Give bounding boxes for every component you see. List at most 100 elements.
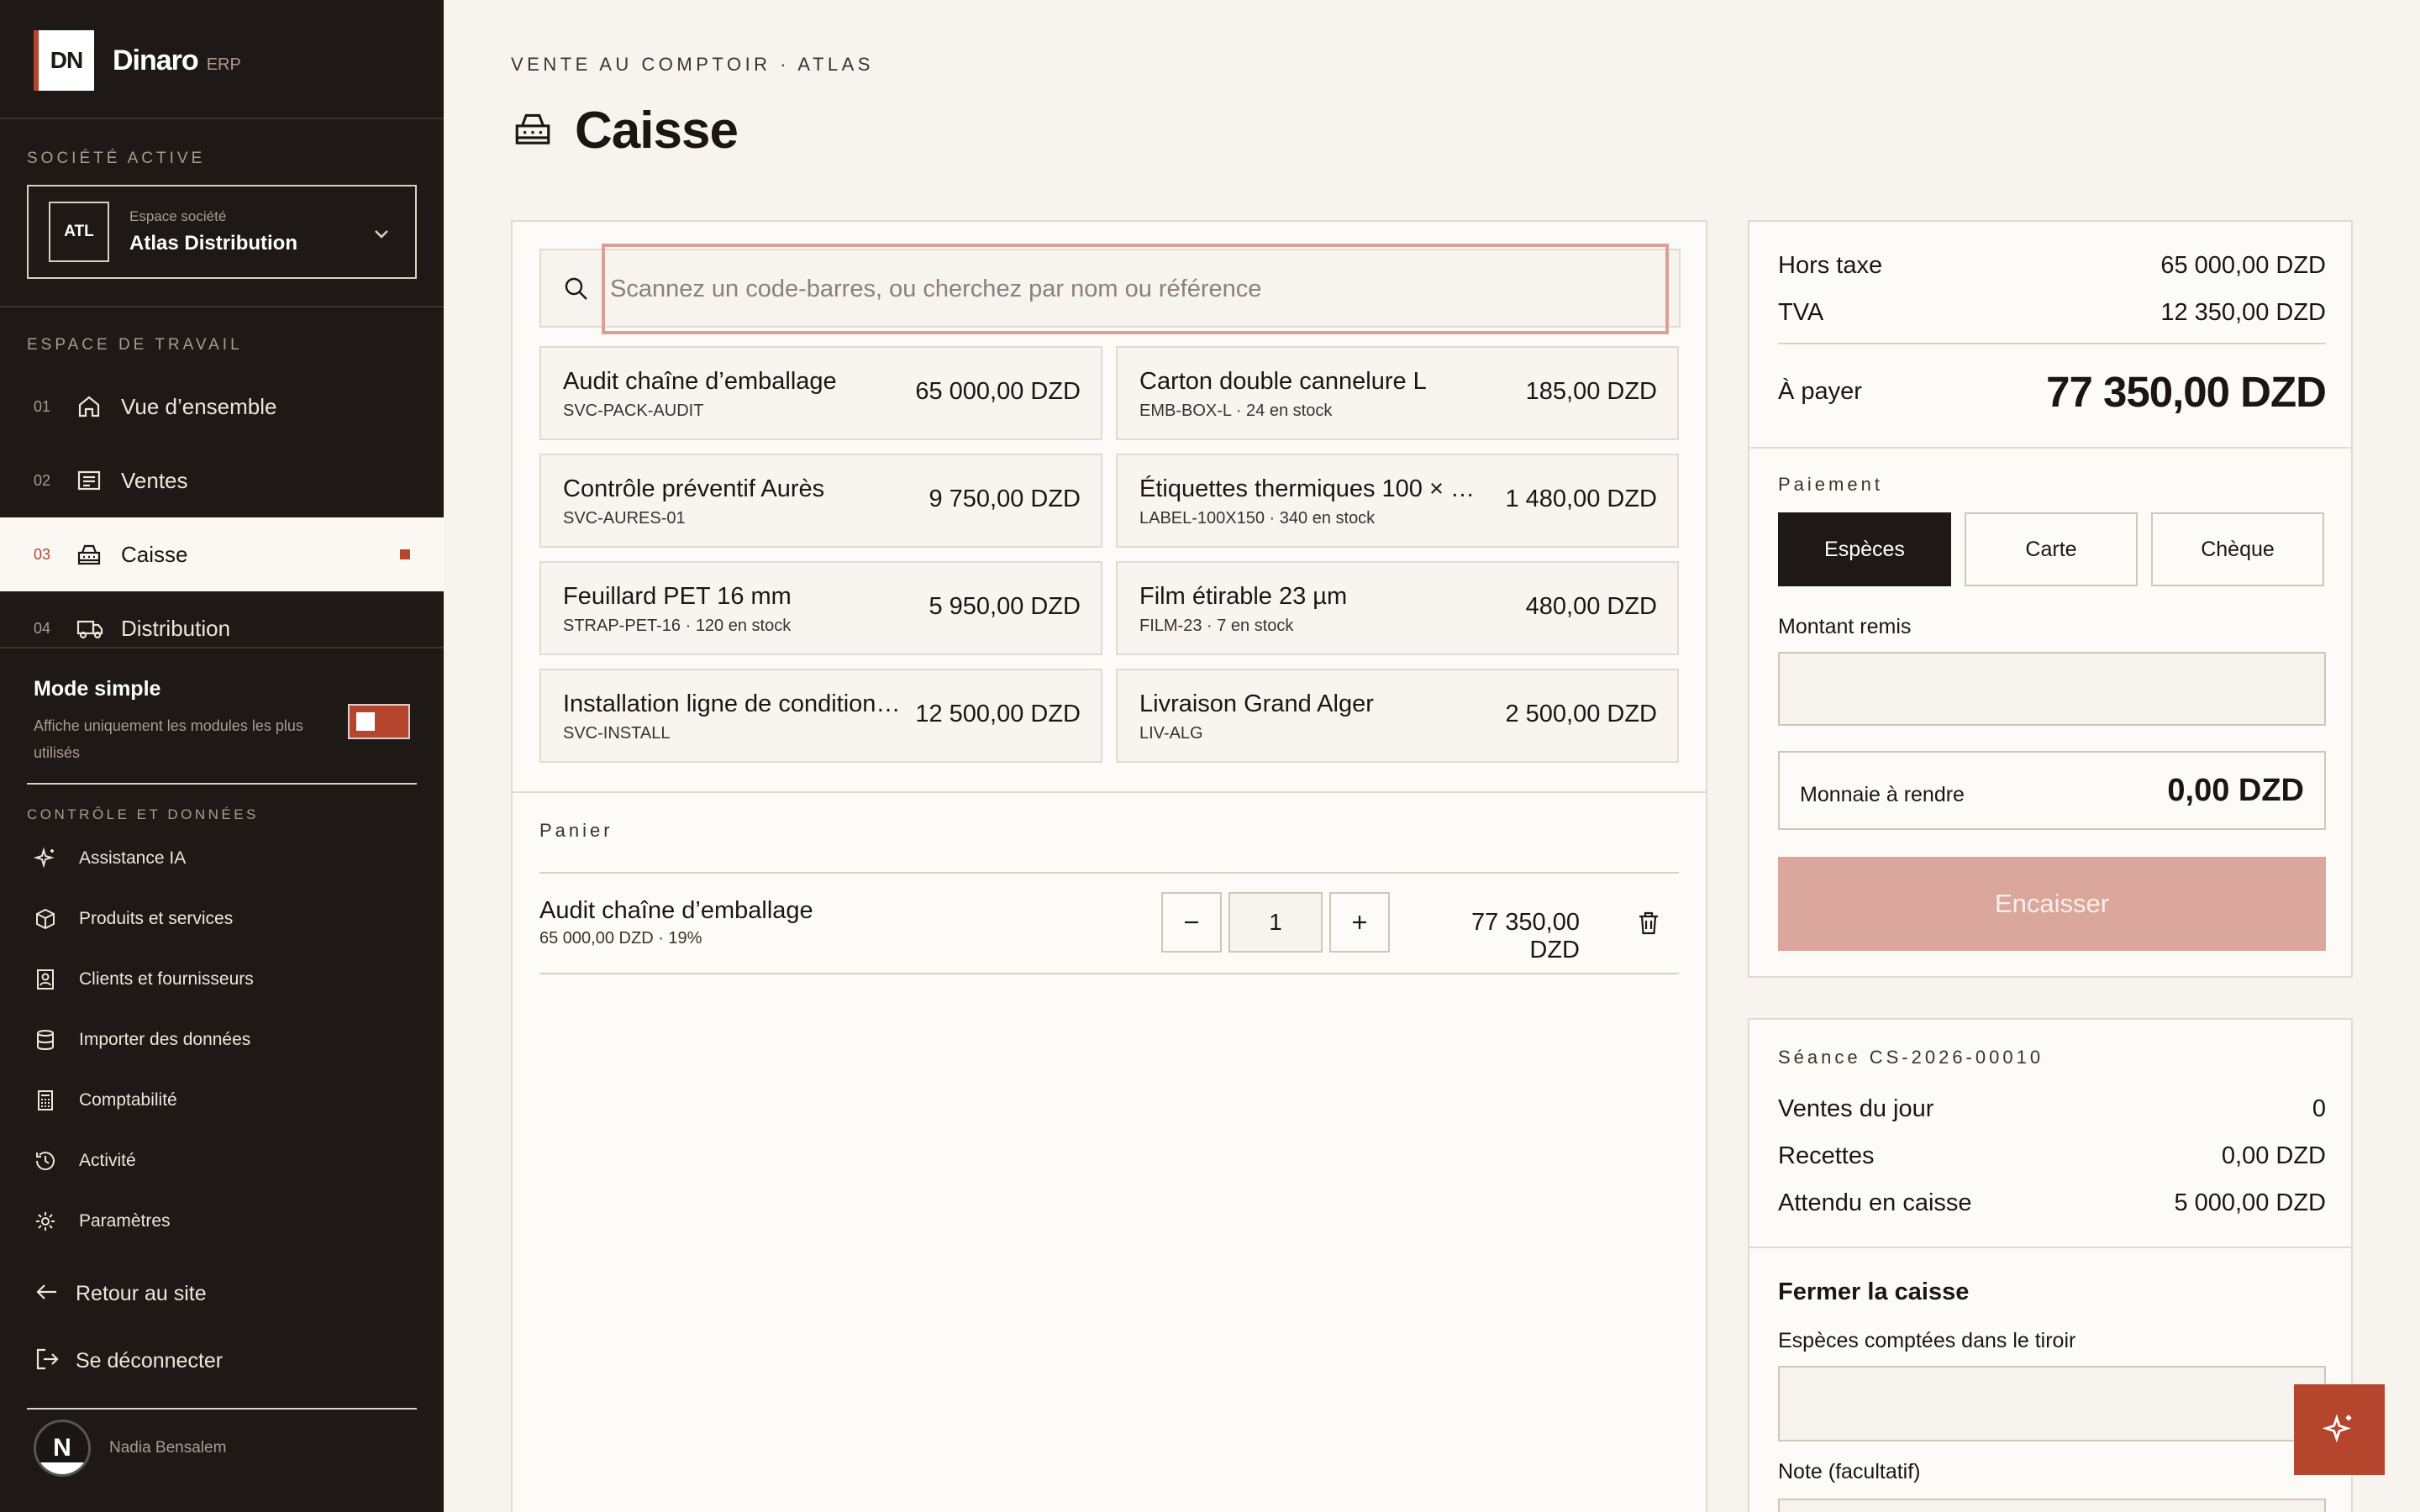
divider bbox=[0, 306, 444, 307]
payment-title: Paiement bbox=[1778, 474, 1883, 495]
product-price: 65 000,00 DZD bbox=[915, 378, 1081, 405]
control-label: Produits et services bbox=[79, 909, 234, 928]
cart-item-name: Audit chaîne d’emballage bbox=[539, 897, 813, 924]
breadcrumb: VENTE AU COMPTOIR · ATLAS bbox=[511, 54, 874, 75]
tax-label: TVA bbox=[1778, 299, 1824, 326]
receipt-icon bbox=[76, 467, 113, 494]
brand-name: Dinaro bbox=[113, 44, 199, 76]
divider bbox=[539, 973, 1679, 974]
trash-icon[interactable] bbox=[1637, 911, 1660, 940]
amount-received-label: Montant remis bbox=[1778, 615, 1912, 638]
decrease-qty-button[interactable] bbox=[1161, 892, 1222, 953]
payment-method-card[interactable]: Carte bbox=[1965, 512, 2138, 586]
page-title: Caisse bbox=[575, 102, 739, 160]
control-item-contacts[interactable]: Clients et fournisseurs bbox=[34, 968, 254, 991]
divider bbox=[1778, 343, 2326, 344]
calculator-icon bbox=[34, 1089, 79, 1112]
minus-icon bbox=[1185, 921, 1198, 924]
change-value: 0,00 DZD bbox=[2167, 773, 2304, 808]
sparkle-icon bbox=[34, 847, 79, 870]
cart-item-total: 77 350,00 DZD bbox=[1470, 909, 1580, 963]
product-card[interactable]: Feuillard PET 16 mm STRAP-PET-16 · 120 e… bbox=[539, 561, 1102, 655]
product-card[interactable]: Livraison Grand Alger LIV-ALG 2 500,00 D… bbox=[1116, 669, 1679, 763]
control-label: Clients et fournisseurs bbox=[79, 969, 254, 989]
product-ref: FILM-23 · 7 en stock bbox=[1139, 617, 1294, 635]
product-ref: SVC-INSTALL bbox=[563, 724, 671, 743]
product-card[interactable]: Étiquettes thermiques 100 × 150 LABEL-10… bbox=[1116, 454, 1679, 548]
user-name: Nadia Bensalem bbox=[109, 1439, 227, 1457]
plus-icon bbox=[1353, 916, 1366, 929]
divider bbox=[0, 118, 444, 119]
note-input[interactable] bbox=[1778, 1499, 2326, 1512]
nav-number: 04 bbox=[34, 619, 51, 637]
product-card[interactable]: Film étirable 23 µm FILM-23 · 7 en stock… bbox=[1116, 561, 1679, 655]
cash-register-icon bbox=[511, 108, 555, 154]
divider bbox=[513, 791, 1706, 793]
history-icon bbox=[34, 1149, 79, 1173]
toggle-knob bbox=[356, 712, 375, 731]
workspace-section-label: Espace de travail bbox=[27, 336, 243, 354]
nav-item-sales[interactable]: 02 Ventes bbox=[0, 444, 444, 517]
control-item-accounting[interactable]: Comptabilité bbox=[34, 1089, 177, 1112]
session-expected-row: Attendu en caisse 5 000,00 DZD bbox=[1778, 1189, 2326, 1217]
counted-cash-input[interactable] bbox=[1778, 1366, 2326, 1441]
control-item-products[interactable]: Produits et services bbox=[34, 907, 233, 931]
company-switcher[interactable]: ATL Espace société Atlas Distribution bbox=[27, 185, 417, 279]
session-title: Séance CS-2026-00010 bbox=[1778, 1047, 2044, 1068]
arrow-left-icon bbox=[34, 1278, 60, 1310]
pos-panel: Audit chaîne d’emballage SVC-PACK-AUDIT … bbox=[511, 220, 1707, 1512]
control-item-activity[interactable]: Activité bbox=[34, 1149, 136, 1173]
tax-row: TVA 12 350,00 DZD bbox=[1778, 299, 2326, 327]
nav-item-overview[interactable]: 01 Vue d’ensemble bbox=[0, 370, 444, 444]
sparkle-icon bbox=[2322, 1414, 2352, 1443]
product-card[interactable]: Audit chaîne d’emballage SVC-PACK-AUDIT … bbox=[539, 346, 1102, 440]
expected-value: 5 000,00 DZD bbox=[2174, 1189, 2326, 1216]
back-to-site-link[interactable]: Retour au site bbox=[34, 1278, 207, 1310]
nav-label: Vue d’ensemble bbox=[121, 393, 277, 419]
simple-mode-toggle[interactable] bbox=[348, 704, 410, 739]
qty-input[interactable] bbox=[1228, 892, 1323, 953]
brand[interactable]: DN Dinaro ERP bbox=[34, 30, 241, 91]
product-card[interactable]: Carton double cannelure L EMB-BOX-L · 24… bbox=[1116, 346, 1679, 440]
product-card[interactable]: Contrôle préventif Aurès SVC-AURES-01 9 … bbox=[539, 454, 1102, 548]
expected-label: Attendu en caisse bbox=[1778, 1189, 1972, 1216]
product-name: Installation ligne de conditionnement bbox=[563, 690, 908, 717]
product-price: 9 750,00 DZD bbox=[929, 486, 1081, 512]
cash-register-icon bbox=[76, 541, 113, 568]
control-item-ai-assist[interactable]: Assistance IA bbox=[34, 847, 186, 870]
nav-label: Ventes bbox=[121, 467, 188, 493]
increase-qty-button[interactable] bbox=[1329, 892, 1390, 953]
nav-item-cash-register[interactable]: 03 Caisse bbox=[0, 517, 444, 591]
active-indicator bbox=[400, 549, 410, 559]
nav-label: Caisse bbox=[121, 541, 188, 567]
user-profile[interactable]: N Nadia Bensalem bbox=[34, 1420, 226, 1477]
simple-mode-title: Mode simple bbox=[34, 677, 161, 701]
cart-label: Panier bbox=[539, 820, 613, 841]
sales-value: 0 bbox=[2312, 1095, 2326, 1122]
tax-value: 12 350,00 DZD bbox=[2160, 299, 2326, 326]
control-item-settings[interactable]: Paramètres bbox=[34, 1210, 171, 1233]
payment-method-cash[interactable]: Espèces bbox=[1778, 512, 1951, 586]
divider bbox=[27, 1408, 417, 1410]
product-ref: SVC-AURES-01 bbox=[563, 509, 686, 528]
total-label: À payer bbox=[1778, 377, 1862, 405]
product-search[interactable] bbox=[539, 244, 1681, 334]
ai-assistant-button[interactable] bbox=[2294, 1384, 2385, 1475]
product-price: 480,00 DZD bbox=[1525, 593, 1657, 620]
product-ref: STRAP-PET-16 · 120 en stock bbox=[563, 617, 792, 635]
logout-link[interactable]: Se déconnecter bbox=[34, 1346, 223, 1377]
product-card[interactable]: Installation ligne de conditionnement SV… bbox=[539, 669, 1102, 763]
amount-received-input[interactable] bbox=[1778, 652, 2326, 726]
product-price: 12 500,00 DZD bbox=[915, 701, 1081, 727]
nav-number: 03 bbox=[34, 545, 51, 563]
database-icon bbox=[34, 1028, 79, 1052]
checkout-button[interactable]: Encaisser bbox=[1778, 857, 2326, 951]
payment-method-check[interactable]: Chèque bbox=[2151, 512, 2324, 586]
control-section-label: Contrôle et données bbox=[27, 806, 259, 822]
search-focus-ring bbox=[602, 244, 1669, 334]
change-label: Monnaie à rendre bbox=[1800, 783, 1965, 806]
control-item-import[interactable]: Importer des données bbox=[34, 1028, 250, 1052]
sales-label: Ventes du jour bbox=[1778, 1095, 1934, 1122]
chevron-down-icon bbox=[371, 223, 392, 248]
nav-number: 02 bbox=[34, 471, 51, 489]
